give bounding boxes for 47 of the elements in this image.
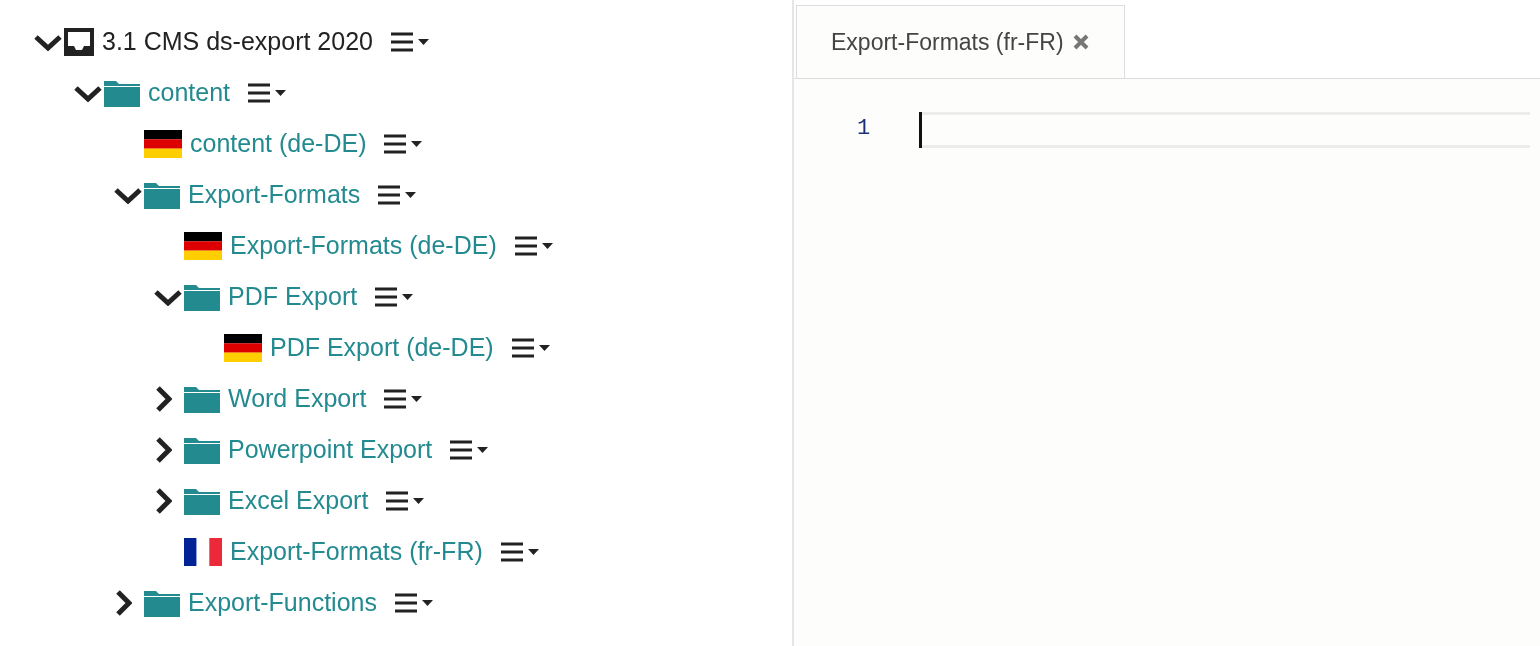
tree-item-label[interactable]: Excel Export (228, 486, 369, 515)
folder-icon (144, 180, 180, 209)
line-number: 1 (855, 115, 871, 143)
chevron-right-icon[interactable] (154, 385, 172, 412)
french-flag-icon (184, 537, 222, 566)
tree-item-label[interactable]: Export-Formats (de-DE) (230, 231, 497, 260)
menu-icon (500, 541, 539, 562)
folder-icon (184, 486, 220, 515)
close-icon[interactable] (1071, 33, 1090, 51)
german-flag-icon (144, 129, 182, 158)
chevron-down-icon[interactable] (154, 287, 182, 306)
menu-icon (378, 184, 417, 205)
menu-icon (386, 490, 425, 511)
tree-item-label[interactable]: Export-Functions (188, 588, 377, 617)
editor-tab[interactable]: Export-Formats (fr-FR) (796, 5, 1125, 78)
chevron-right-icon[interactable] (114, 589, 132, 616)
tree-item-label[interactable]: content (de-DE) (190, 129, 367, 158)
folder-icon (104, 78, 140, 107)
chevron-right-icon[interactable] (154, 436, 172, 463)
menu-icon (391, 31, 429, 52)
tree-item-label[interactable]: PDF Export (228, 282, 358, 311)
folder-icon (184, 435, 220, 464)
inbox-icon (64, 27, 94, 56)
tree-item-label[interactable]: Export-Formats (fr-FR) (230, 537, 483, 566)
menu-icon (248, 82, 286, 103)
german-flag-icon (184, 231, 222, 260)
menu-icon (394, 592, 433, 613)
menu-icon (511, 337, 550, 358)
german-flag-icon (224, 333, 262, 362)
menu-icon (450, 439, 489, 460)
tree-item-label[interactable]: PDF Export (de-DE) (270, 333, 494, 362)
tree-item-label[interactable]: 3.1 CMS ds-export 2020 (102, 27, 373, 56)
tree-item-label[interactable]: Powerpoint Export (228, 435, 433, 464)
chevron-down-icon[interactable] (34, 32, 62, 51)
menu-icon (384, 133, 423, 154)
tree-item-label[interactable]: Word Export (228, 384, 367, 413)
folder-icon (144, 588, 180, 617)
chevron-right-icon[interactable] (154, 487, 172, 514)
menu-icon (375, 286, 414, 307)
menu-icon (514, 235, 553, 256)
menu-icon (384, 388, 423, 409)
folder-icon (184, 384, 220, 413)
folder-icon (184, 282, 220, 311)
tree-item-label[interactable]: content (148, 78, 230, 107)
chevron-down-icon[interactable] (114, 185, 142, 204)
tree-item-label[interactable]: Export-Formats (188, 180, 361, 209)
chevron-down-icon[interactable] (74, 83, 102, 102)
